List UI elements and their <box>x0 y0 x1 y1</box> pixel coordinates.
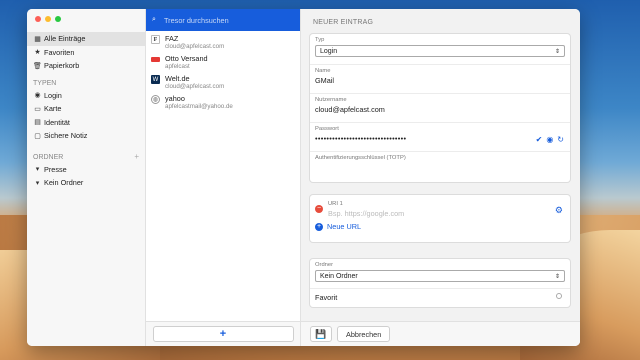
id-card-icon: ▤ <box>34 119 41 127</box>
floppy-disk-icon: 💾 <box>315 328 327 339</box>
window-controls <box>35 16 61 22</box>
sidebar-item-label: Identität <box>44 117 70 127</box>
list-item[interactable]: W Welt.de cloud@apfelcast.com <box>146 72 300 92</box>
uri-field: − URI 1 Bsp. https://google.com ⚙ <box>315 201 563 218</box>
username-field[interactable]: Nutzername cloud@apfelcast.com <box>310 94 570 123</box>
plus-circle-icon: + <box>315 222 323 231</box>
search-input[interactable] <box>164 15 284 25</box>
name-field[interactable]: Name GMail <box>310 65 570 94</box>
page-title: NEUER EINTRAG <box>313 19 374 26</box>
uri-input[interactable]: Bsp. https://google.com <box>328 207 404 218</box>
password-actions: ✔ ◉ ↻ <box>536 135 564 144</box>
type-select[interactable]: Login ⇕ <box>315 45 565 57</box>
globe-icon: ◍ <box>151 95 160 104</box>
sidebar-item-label: Kein Ordner <box>44 178 84 188</box>
close-window-button[interactable] <box>35 16 41 22</box>
username-input[interactable]: cloud@apfelcast.com <box>315 103 565 114</box>
sidebar-item-secure-note[interactable]: ▢ Sichere Notiz <box>27 129 145 143</box>
sidebar-item-label: Presse <box>44 164 67 174</box>
check-password-icon[interactable]: ✔ <box>536 135 543 144</box>
welt-favicon: W <box>151 75 160 84</box>
sidebar-item-folder-none[interactable]: ▾ Kein Ordner <box>27 176 145 190</box>
sidebar: ▦ Alle Einträge ★ Favoriten 🗑 Papierkorb… <box>27 9 146 346</box>
trash-icon: 🗑 <box>33 62 42 70</box>
password-input[interactable]: •••••••••••••••••••••••••••••••• <box>315 132 565 143</box>
zoom-window-button[interactable] <box>55 16 61 22</box>
favorite-checkbox[interactable] <box>556 293 562 299</box>
type-field: Typ Login ⇕ <box>310 34 570 65</box>
add-item-button[interactable]: + <box>152 326 294 342</box>
caret-down-icon: ▾ <box>35 166 40 174</box>
star-icon: ★ <box>34 49 41 57</box>
search-bar: ⌕ <box>146 9 300 31</box>
uri-card: − URI 1 Bsp. https://google.com ⚙ + Neue… <box>310 195 570 242</box>
otto-favicon <box>151 57 160 62</box>
folder-card: Ordner Kein Ordner ⇕ Favorit <box>310 259 570 307</box>
sidebar-item-label: Login <box>44 90 62 100</box>
password-field[interactable]: Passwort •••••••••••••••••••••••••••••••… <box>310 123 570 152</box>
credit-card-icon: ▭ <box>34 105 41 113</box>
entry-list-pane: ⌕ F FAZ cloud@apfelcast.com Otto Versand… <box>146 9 301 346</box>
folder-field: Ordner Kein Ordner ⇕ <box>310 259 570 289</box>
favorite-field: Favorit <box>310 289 570 307</box>
detail-footer: 💾 Abbrechen <box>301 321 580 346</box>
types-heading: TYPEN <box>33 79 57 87</box>
sidebar-item-label: Karte <box>44 104 62 114</box>
sidebar-item-card[interactable]: ▭ Karte <box>27 102 145 116</box>
list-item[interactable]: ◍ yahoo apfelcastmail@yahoo.de <box>146 92 300 112</box>
sidebar-list: ▦ Alle Einträge ★ Favoriten 🗑 Papierkorb… <box>27 32 145 190</box>
new-url-button[interactable]: + Neue URL <box>310 219 570 234</box>
save-button[interactable]: 💾 <box>310 326 332 342</box>
gear-icon[interactable]: ⚙ <box>555 205 563 216</box>
caret-down-icon: ▾ <box>35 179 40 187</box>
eye-icon[interactable]: ◉ <box>546 135 553 144</box>
note-icon: ▢ <box>34 132 41 140</box>
select-arrows-icon: ⇕ <box>554 273 560 280</box>
item-card: Typ Login ⇕ Name GMail Nutzername cloud@… <box>310 34 570 182</box>
remove-uri-icon[interactable]: − <box>315 205 323 213</box>
list-item[interactable]: F FAZ cloud@apfelcast.com <box>146 32 300 52</box>
sidebar-item-label: Papierkorb <box>44 61 80 71</box>
search-icon: ⌕ <box>152 16 156 23</box>
list-item[interactable]: Otto Versand apfelcast <box>146 52 300 72</box>
sidebar-item-label: Sichere Notiz <box>44 131 88 141</box>
refresh-icon[interactable]: ↻ <box>557 135 564 144</box>
folders-heading: ORDNER + <box>33 151 139 161</box>
sidebar-item-login[interactable]: ◉ Login <box>27 89 145 103</box>
faz-favicon: F <box>151 35 160 44</box>
detail-pane: NEUER EINTRAG Typ Login ⇕ Name GMail Nut… <box>301 9 580 346</box>
sidebar-item-all[interactable]: ▦ Alle Einträge <box>27 32 145 46</box>
cancel-button[interactable]: Abbrechen <box>337 326 391 342</box>
grid-icon: ▦ <box>34 35 41 43</box>
select-arrows-icon: ⇕ <box>554 48 560 55</box>
sidebar-item-label: Favoriten <box>44 47 75 57</box>
add-folder-icon[interactable]: + <box>134 152 139 161</box>
globe-icon: ◉ <box>34 92 41 100</box>
sidebar-item-identity[interactable]: ▤ Identität <box>27 116 145 130</box>
sidebar-item-favorites[interactable]: ★ Favoriten <box>27 46 145 60</box>
folder-select[interactable]: Kein Ordner ⇕ <box>315 270 565 282</box>
sidebar-item-trash[interactable]: 🗑 Papierkorb <box>27 59 145 73</box>
sidebar-item-label: Alle Einträge <box>44 34 86 44</box>
totp-field[interactable]: Authentifizierungsschlüssel (TOTP) <box>310 152 570 182</box>
app-window: ▦ Alle Einträge ★ Favoriten 🗑 Papierkorb… <box>27 9 580 346</box>
name-input[interactable]: GMail <box>315 74 565 85</box>
minimize-window-button[interactable] <box>45 16 51 22</box>
sidebar-item-folder-presse[interactable]: ▾ Presse <box>27 163 145 177</box>
list-footer: + <box>146 321 300 346</box>
entry-list: F FAZ cloud@apfelcast.com Otto Versand a… <box>146 32 300 112</box>
